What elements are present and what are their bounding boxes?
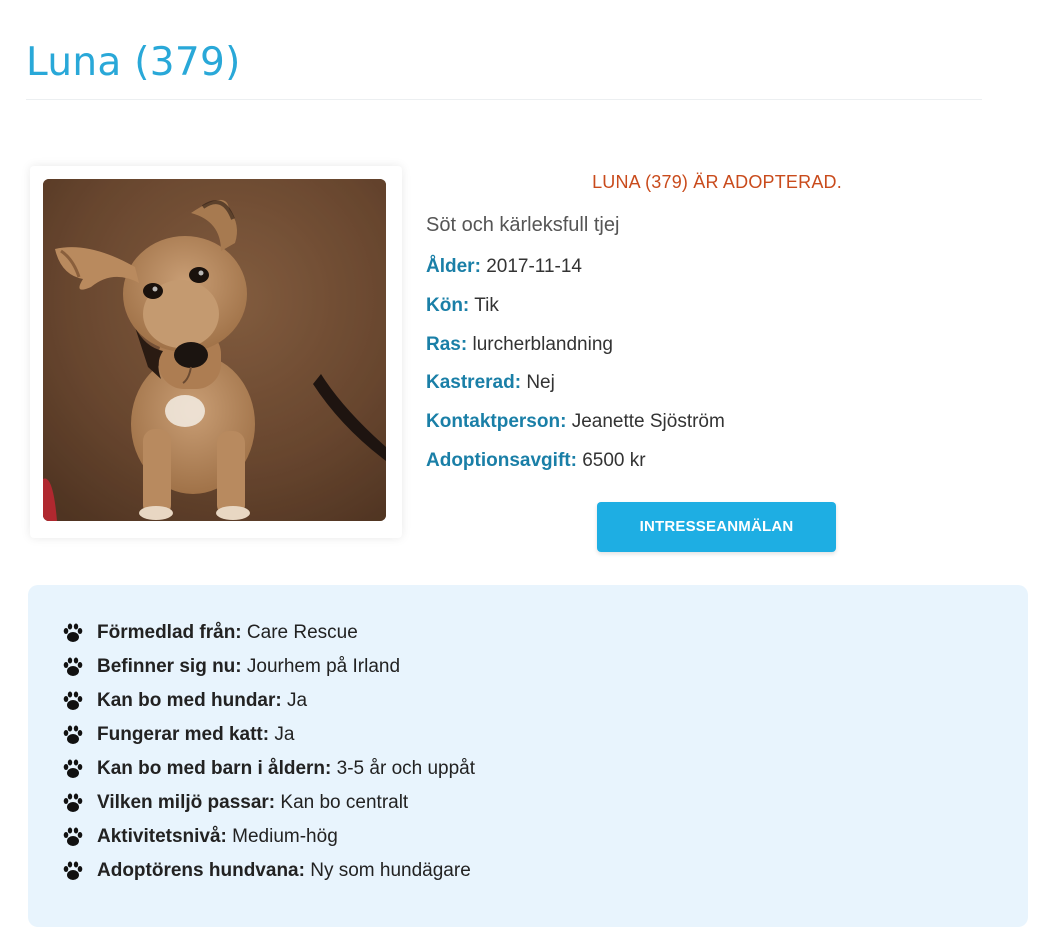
fact-label: Kastrerad: <box>426 372 522 393</box>
detail-label: Förmedlad från: <box>97 622 242 643</box>
fact-breed: Ras: lurcherblandning <box>426 334 613 356</box>
paw-icon <box>63 657 83 676</box>
detail-label: Fungerar med katt: <box>97 724 270 745</box>
interest-application-button[interactable]: INTRESSEANMÄLAN <box>597 502 836 552</box>
detail-label: Adoptörens hundvana: <box>97 860 305 881</box>
detail-value: Ny som hundägare <box>310 860 471 881</box>
fact-value: Jeanette Sjöström <box>571 411 725 432</box>
dog-photo <box>43 179 386 521</box>
fact-neutered: Kastrerad: Nej <box>426 372 555 394</box>
paw-icon <box>63 793 83 812</box>
detail-label: Vilken miljö passar: <box>97 792 276 813</box>
detail-value: Ja <box>274 724 295 745</box>
detail-label: Kan bo med hundar: <box>97 690 282 711</box>
fact-value: lurcherblandning <box>472 334 613 355</box>
fact-value: Nej <box>526 372 555 393</box>
detail-label: Aktivitetsnivå: <box>97 826 227 847</box>
page-title: Luna (379) <box>26 40 241 85</box>
paw-icon <box>63 623 83 642</box>
detail-value: Ja <box>287 690 308 711</box>
fact-label: Ras: <box>426 334 468 355</box>
fact-contact-person: Kontaktperson: Jeanette Sjöström <box>426 411 725 433</box>
title-divider <box>26 99 982 100</box>
tagline: Söt och kärleksfull tjej <box>426 214 620 236</box>
paw-icon <box>63 691 83 710</box>
fact-adoption-fee: Adoptionsavgift: 6500 kr <box>426 450 646 472</box>
fact-label: Ålder: <box>426 256 481 277</box>
fact-value: 6500 kr <box>582 450 646 471</box>
detail-label: Kan bo med barn i åldern: <box>97 758 332 779</box>
paw-icon <box>63 861 83 880</box>
detail-value: Care Rescue <box>246 622 358 643</box>
fact-label: Kontaktperson: <box>426 411 567 432</box>
details-panel: Förmedlad från: Care Rescue Befinner sig… <box>28 585 1028 927</box>
paw-icon <box>63 759 83 778</box>
fact-value: Tik <box>474 295 499 316</box>
detail-value: 3-5 år och uppåt <box>336 758 476 779</box>
detail-value: Jourhem på Irland <box>246 656 401 677</box>
fact-age: Ålder: 2017-11-14 <box>426 256 582 278</box>
paw-icon <box>63 827 83 846</box>
detail-label: Befinner sig nu: <box>97 656 242 677</box>
fact-value: 2017-11-14 <box>486 256 582 277</box>
fact-label: Kön: <box>426 295 470 316</box>
detail-value: Kan bo centralt <box>280 792 409 813</box>
photo-card <box>30 166 402 538</box>
adoption-status: LUNA (379) ÄR ADOPTERAD. <box>592 172 842 192</box>
fact-gender: Kön: Tik <box>426 295 499 317</box>
fact-label: Adoptionsavgift: <box>426 450 577 471</box>
paw-icon <box>63 725 83 744</box>
detail-value: Medium-hög <box>232 826 338 847</box>
